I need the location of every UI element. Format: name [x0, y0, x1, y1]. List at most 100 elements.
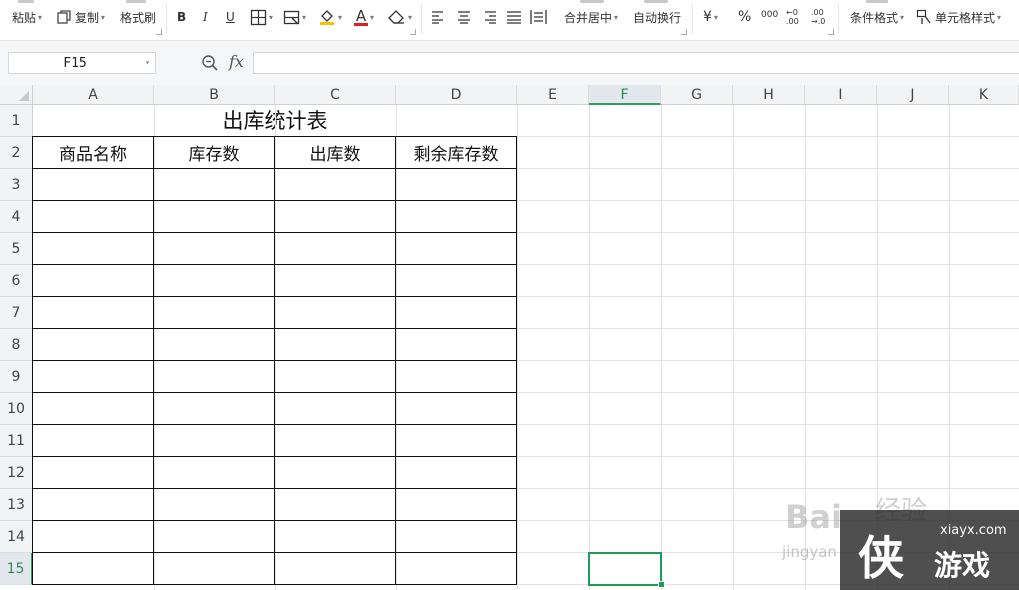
font-group-expander[interactable]	[410, 29, 416, 35]
column-header-h[interactable]: H	[733, 85, 805, 105]
table-cell[interactable]	[33, 393, 154, 425]
row-header-12[interactable]: 12	[0, 457, 33, 489]
table-cell[interactable]	[275, 457, 396, 489]
table-cell[interactable]	[396, 521, 517, 553]
table-cell[interactable]	[33, 297, 154, 329]
row-header-3[interactable]: 3	[0, 169, 33, 201]
table-cell[interactable]	[154, 425, 275, 457]
table-header-cell[interactable]: 库存数	[154, 137, 275, 169]
table-cell[interactable]	[33, 425, 154, 457]
table-cell[interactable]	[275, 169, 396, 201]
column-header-d[interactable]: D	[396, 85, 517, 105]
align-left-button[interactable]	[431, 6, 447, 28]
column-header-f[interactable]: F	[589, 85, 661, 105]
table-cell[interactable]	[33, 169, 154, 201]
merge-center-button[interactable]: 合并居中 ▾	[564, 6, 618, 28]
justify-button[interactable]	[506, 6, 522, 28]
table-header-cell[interactable]: 商品名称	[33, 137, 154, 169]
table-cell[interactable]	[275, 489, 396, 521]
row-header-1[interactable]: 1	[0, 105, 33, 137]
table-cell[interactable]	[396, 489, 517, 521]
table-cell[interactable]	[275, 553, 396, 585]
bold-button[interactable]: B	[177, 6, 186, 28]
column-header-a[interactable]: A	[33, 85, 154, 105]
borders-button[interactable]: ▾	[250, 6, 273, 28]
copy-button[interactable]: 复制 ▾	[56, 6, 105, 28]
table-cell[interactable]	[275, 393, 396, 425]
increase-decimal-button[interactable]: ←0 .00	[786, 6, 799, 28]
table-cell[interactable]	[154, 361, 275, 393]
table-cell[interactable]	[275, 361, 396, 393]
fill-color-button[interactable]: ▾	[318, 6, 342, 28]
select-all-corner[interactable]	[0, 85, 33, 105]
table-cell[interactable]	[154, 553, 275, 585]
table-cell[interactable]	[396, 233, 517, 265]
row-header-10[interactable]: 10	[0, 393, 33, 425]
table-cell[interactable]	[154, 201, 275, 233]
table-cell[interactable]	[396, 169, 517, 201]
table-cell[interactable]	[33, 489, 154, 521]
row-header-13[interactable]: 13	[0, 489, 33, 521]
table-cell[interactable]	[33, 361, 154, 393]
row-header-6[interactable]: 6	[0, 265, 33, 297]
cell-format-button[interactable]: ▾	[283, 6, 306, 28]
distributed-align-button[interactable]	[530, 6, 547, 28]
wrap-text-button[interactable]: 自动换行	[633, 6, 681, 28]
table-cell[interactable]	[154, 169, 275, 201]
table-cell[interactable]	[154, 265, 275, 297]
table-cell[interactable]	[33, 521, 154, 553]
table-cell[interactable]	[154, 521, 275, 553]
table-cell[interactable]	[33, 201, 154, 233]
currency-button[interactable]: ¥ ▾	[703, 6, 718, 28]
table-cell[interactable]	[275, 329, 396, 361]
row-header-14[interactable]: 14	[0, 521, 33, 553]
row-header-4[interactable]: 4	[0, 201, 33, 233]
row-header-11[interactable]: 11	[0, 425, 33, 457]
row-header-2[interactable]: 2	[0, 137, 33, 169]
column-header-g[interactable]: G	[661, 85, 733, 105]
paste-button[interactable]: 粘贴 ▾	[12, 6, 42, 28]
table-cell[interactable]	[275, 265, 396, 297]
table-cell[interactable]	[396, 425, 517, 457]
table-cell[interactable]	[275, 233, 396, 265]
table-cell[interactable]	[396, 265, 517, 297]
zoom-search-icon[interactable]	[201, 54, 219, 72]
number-group-expander[interactable]	[828, 29, 834, 35]
table-cell[interactable]	[275, 201, 396, 233]
row-header-5[interactable]: 5	[0, 233, 33, 265]
italic-button[interactable]: I	[203, 6, 208, 28]
table-cell[interactable]	[33, 553, 154, 585]
table-cell[interactable]	[396, 297, 517, 329]
percent-button[interactable]: %	[738, 6, 751, 28]
table-header-cell[interactable]: 出库数	[275, 137, 396, 169]
table-cell[interactable]	[396, 329, 517, 361]
table-cell[interactable]	[33, 233, 154, 265]
table-cell[interactable]	[275, 297, 396, 329]
fill-handle[interactable]	[658, 581, 665, 588]
table-cell[interactable]	[396, 393, 517, 425]
row-header-8[interactable]: 8	[0, 329, 33, 361]
column-header-k[interactable]: K	[949, 85, 1019, 105]
alignment-group-expander[interactable]	[681, 29, 687, 35]
decrease-decimal-button[interactable]: .00 →.0	[811, 6, 825, 28]
font-color-button[interactable]: A ▾	[354, 6, 374, 28]
table-cell[interactable]	[154, 393, 275, 425]
table-header-cell[interactable]: 剩余库存数	[396, 137, 517, 169]
table-cell[interactable]	[33, 329, 154, 361]
align-right-button[interactable]	[481, 6, 497, 28]
table-cell[interactable]	[396, 201, 517, 233]
fx-button[interactable]: fx	[229, 52, 244, 71]
table-cell[interactable]	[33, 457, 154, 489]
table-cell[interactable]	[396, 361, 517, 393]
name-box[interactable]: F15 ▾	[8, 52, 156, 74]
column-header-j[interactable]: J	[877, 85, 949, 105]
table-cell[interactable]	[154, 297, 275, 329]
table-cell[interactable]	[154, 489, 275, 521]
table-cell[interactable]	[154, 233, 275, 265]
conditional-format-button[interactable]: 条件格式 ▾	[850, 6, 904, 28]
table-cell[interactable]	[154, 457, 275, 489]
active-cell-selection[interactable]	[588, 552, 662, 586]
table-cell[interactable]	[33, 265, 154, 297]
table-cell[interactable]	[275, 425, 396, 457]
cell-style-button[interactable]: 单元格样式 ▾	[916, 6, 1001, 28]
